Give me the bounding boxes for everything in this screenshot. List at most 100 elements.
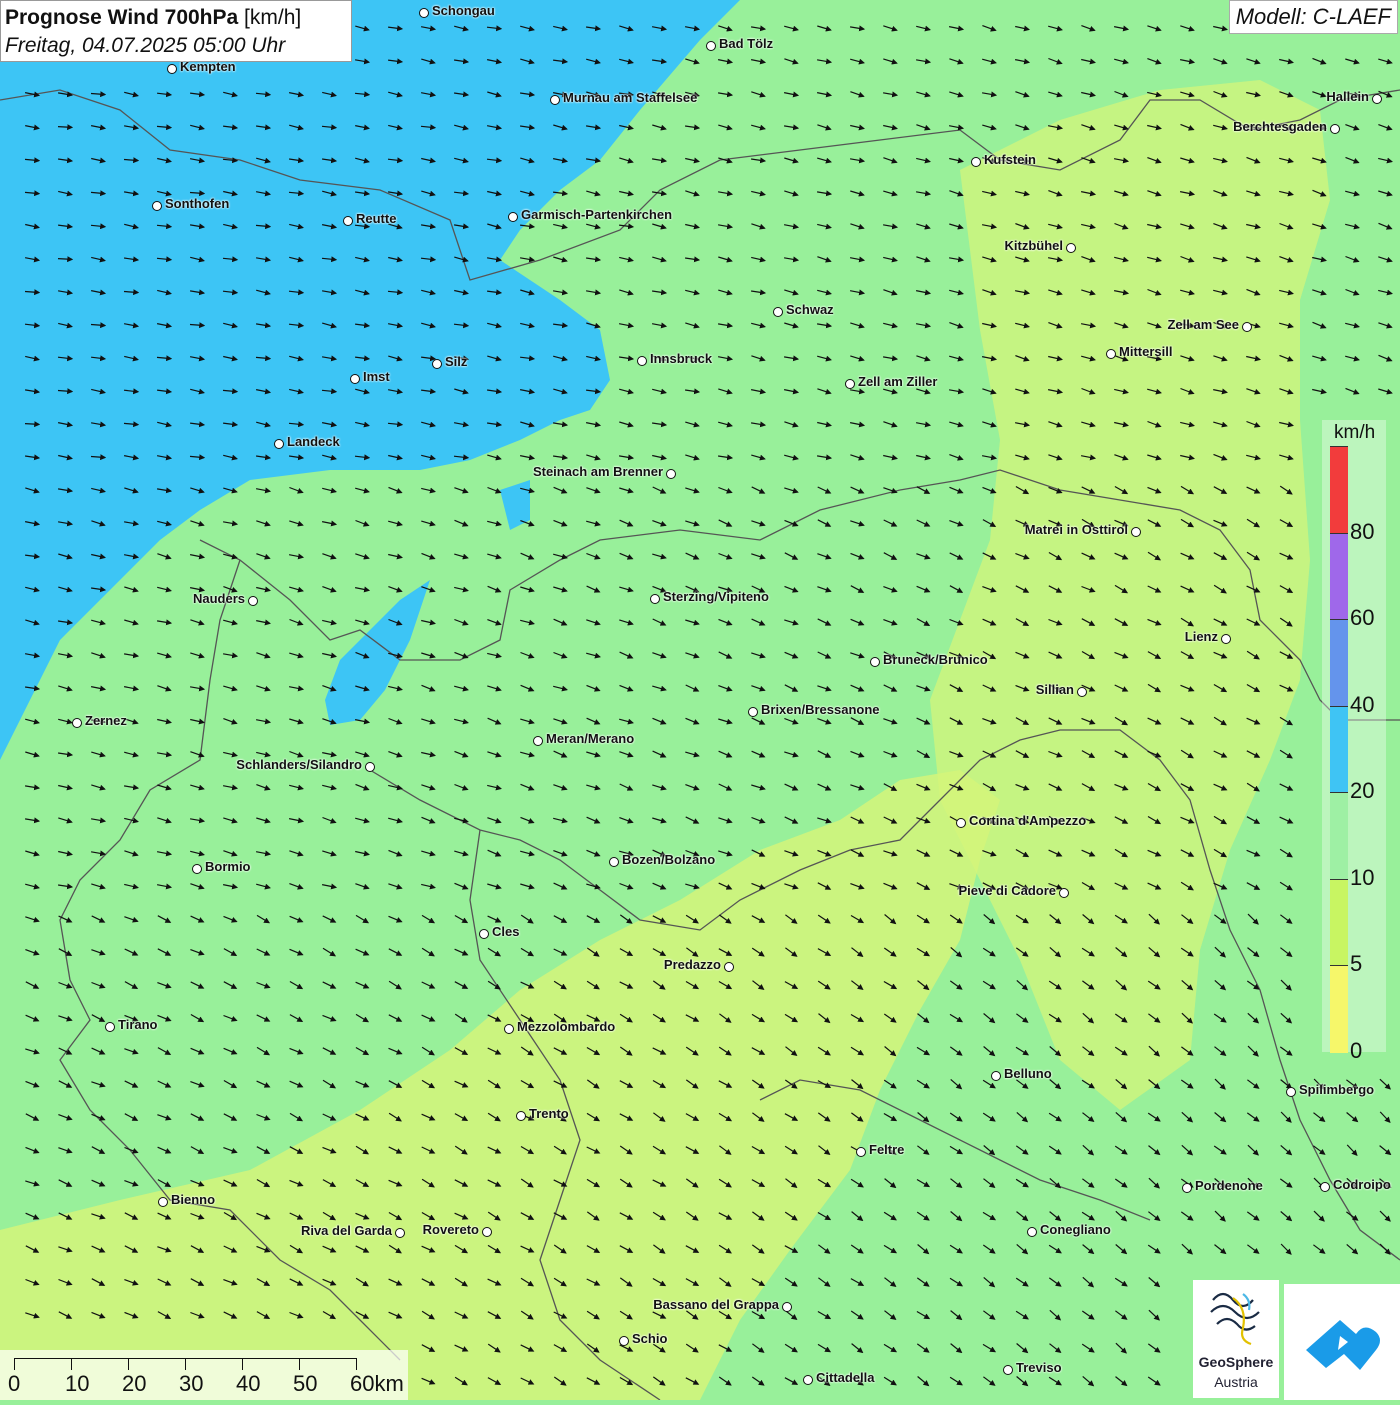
scale-tick — [242, 1358, 243, 1370]
city-label: Bozen/Bolzano — [622, 852, 716, 867]
city-label: Bassano del Grappa — [653, 1297, 779, 1312]
city-label: Feltre — [869, 1142, 905, 1157]
legend-label: 0 — [1350, 1037, 1363, 1063]
city-marker — [395, 1228, 405, 1238]
city-marker — [724, 962, 734, 972]
city-label: Cortina d'Ampezzo — [969, 813, 1087, 828]
city-label: Schio — [632, 1331, 668, 1346]
city-marker — [637, 356, 647, 366]
scale-label: 60km — [350, 1371, 404, 1396]
legend-label: 5 — [1350, 951, 1363, 976]
city-label: Rovereto — [422, 1222, 479, 1237]
city-label: Cittadella — [816, 1370, 875, 1385]
city-marker — [105, 1022, 115, 1032]
city-marker — [343, 216, 353, 226]
legend-label: 20 — [1350, 778, 1375, 803]
legend-band — [1330, 619, 1348, 707]
city-label: Mezzolombardo — [517, 1019, 616, 1034]
geosphere-logo: GeoSphere Austria — [1193, 1280, 1279, 1398]
city-marker — [192, 864, 202, 874]
city-marker — [1221, 634, 1231, 644]
legend-band — [1330, 878, 1348, 966]
city-marker — [1106, 349, 1116, 359]
city-marker — [72, 718, 82, 728]
city-marker — [482, 1227, 492, 1237]
city-label: Treviso — [1016, 1360, 1062, 1375]
city-marker — [706, 41, 716, 51]
city-marker — [991, 1071, 1001, 1081]
city-label: Belluno — [1004, 1066, 1052, 1081]
app-logo — [1284, 1284, 1400, 1400]
wind-arrow — [24, 421, 41, 428]
city-marker — [773, 307, 783, 317]
forecast-date: Freitag, 04.07.2025 05:00 Uhr — [5, 34, 286, 57]
city-marker — [479, 929, 489, 939]
city-label: Trento — [529, 1106, 569, 1121]
city-marker — [1077, 687, 1087, 697]
city-label: Codroipo — [1333, 1177, 1391, 1192]
legend-label: 10 — [1350, 864, 1375, 890]
city-label: Conegliano — [1040, 1222, 1111, 1237]
color-legend: km/h 80 60 40 20 10 5 0 — [1322, 420, 1386, 1063]
scale-tick — [128, 1358, 129, 1370]
city-label: Steinach am Brenner — [532, 464, 663, 479]
city-label: Reutte — [356, 211, 397, 226]
title-box: Prognose Wind 700hPa [km/h] Freitag, 04.… — [0, 0, 352, 62]
city-marker — [248, 596, 258, 606]
city-label: Kitzbühel — [1004, 238, 1064, 253]
city-label: Innsbruck — [650, 351, 713, 366]
city-marker — [1330, 124, 1340, 134]
city-marker — [516, 1111, 526, 1121]
city-label: Bienno — [171, 1192, 216, 1207]
city-label: Meran/Merano — [546, 731, 635, 746]
map-unit: [km/h] — [244, 6, 302, 29]
city-marker — [650, 594, 660, 604]
legend-band — [1330, 965, 1348, 1053]
city-label: Murnau am Staffelsee — [563, 90, 698, 105]
city-label: Cles — [492, 924, 520, 939]
wind-arrow — [57, 256, 74, 263]
city-label: Riva del Garda — [300, 1223, 392, 1238]
legend-band — [1330, 532, 1348, 620]
city-marker — [152, 201, 162, 211]
city-marker — [504, 1024, 514, 1034]
city-label: Schongau — [432, 3, 495, 18]
city-label: Imst — [363, 369, 390, 384]
city-label: Spilimbergo — [1299, 1082, 1375, 1097]
legend-band — [1330, 446, 1348, 534]
city-marker — [803, 1375, 813, 1385]
city-marker — [748, 707, 758, 717]
city-marker — [550, 95, 560, 105]
city-marker — [365, 762, 375, 772]
city-label: Garmisch-Partenkirchen — [521, 207, 673, 222]
model-label: Modell: C-LAEF — [1228, 0, 1398, 34]
map-title: Prognose Wind 700hPa — [5, 6, 239, 29]
scale-tick — [185, 1358, 186, 1370]
scale-tick — [356, 1358, 357, 1370]
city-label: Kufstein — [984, 152, 1036, 167]
city-marker — [782, 1302, 792, 1312]
city-marker — [167, 64, 177, 74]
city-marker — [533, 736, 543, 746]
city-label: Pordenone — [1195, 1178, 1263, 1193]
city-marker — [1286, 1087, 1296, 1097]
city-label: Sonthofen — [165, 196, 230, 211]
scale-tick — [299, 1358, 300, 1370]
city-label: Bad Tölz — [719, 36, 774, 51]
scale-label: 50 — [293, 1371, 318, 1396]
city-label: Tirano — [118, 1017, 158, 1032]
city-label: Pieve di Cadore — [958, 883, 1056, 898]
scale-label: 10 — [65, 1371, 90, 1396]
legend-unit: km/h — [1334, 422, 1376, 443]
city-marker — [1131, 527, 1141, 537]
city-marker — [1182, 1183, 1192, 1193]
city-marker — [508, 212, 518, 222]
city-marker — [609, 857, 619, 867]
city-label: Predazzo — [663, 957, 721, 972]
city-label: Silz — [445, 354, 468, 369]
city-label: Lienz — [1184, 629, 1218, 644]
wind-arrow — [57, 124, 74, 131]
scale-label: 40 — [236, 1371, 261, 1396]
city-label: Hallein — [1326, 89, 1369, 104]
city-marker — [158, 1197, 168, 1207]
